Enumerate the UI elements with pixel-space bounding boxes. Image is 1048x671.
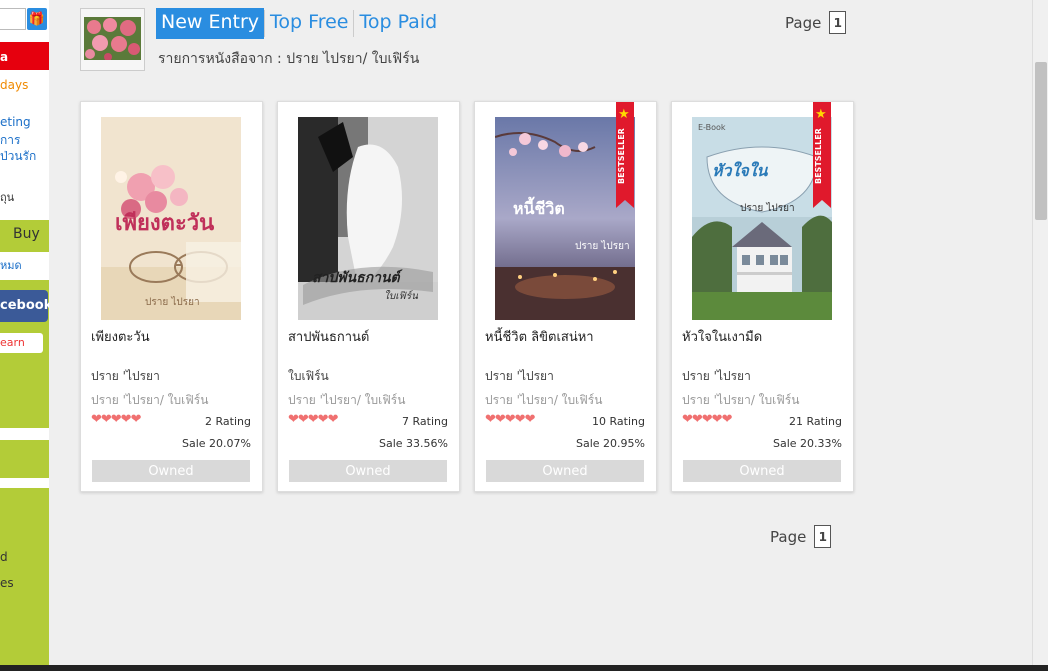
sidebar-green-panel-2 — [0, 440, 49, 478]
sidebar-marketing-link-3[interactable]: ป่วนรัก — [0, 147, 36, 166]
book-author[interactable]: ปราย 'ไปรยา — [485, 367, 554, 386]
rating-count: 21 Rating — [789, 415, 842, 428]
learn-button[interactable]: earn — [0, 333, 43, 353]
book-publisher[interactable]: ปราย 'ไปรยา/ ใบเฟิร์น — [682, 391, 799, 410]
rating-hearts-icon: ❤❤❤❤❤ — [91, 412, 141, 427]
rating-count: 7 Rating — [402, 415, 448, 428]
sidebar-small-text: ถุน — [0, 191, 15, 204]
rating-hearts-icon: ❤❤❤❤❤ — [288, 412, 338, 427]
sidebar-green-panel-3: d es — [0, 488, 49, 665]
book-cover-art — [692, 117, 832, 320]
cover-author-text: ปราย ไปรยา — [145, 297, 200, 308]
taskbar-edge — [0, 665, 1048, 671]
scrollbar-thumb[interactable] — [1035, 62, 1047, 220]
book-card[interactable]: เพียงตะวัน ปราย ไปรยา เพียงตะวัน ปราย 'ไ… — [80, 101, 263, 492]
owned-button[interactable]: Owned — [486, 460, 644, 482]
roses-image — [84, 17, 141, 60]
rating-hearts-icon: ❤❤❤❤❤ — [485, 412, 535, 427]
star-icon: ★ — [815, 107, 827, 122]
owned-button[interactable]: Owned — [92, 460, 250, 482]
publisher-thumbnail — [80, 8, 145, 71]
page-label: Page — [785, 13, 822, 32]
sale-percent: Sale 20.95% — [576, 437, 645, 450]
star-icon: ★ — [618, 107, 630, 122]
book-cover[interactable]: เพียงตะวัน ปราย ไปรยา — [101, 117, 241, 320]
sidebar-buy-label[interactable]: Buy — [13, 226, 40, 242]
category-tabs: New Entry Top Free Top Paid — [156, 8, 442, 39]
tab-new-entry[interactable]: New Entry — [156, 8, 265, 39]
bestseller-label: BESTSELLER — [617, 128, 626, 184]
cover-title-text: เพียงตะวัน — [115, 210, 215, 236]
pagination-top: Page 1 — [785, 11, 847, 34]
rating-hearts-icon: ❤❤❤❤❤ — [682, 412, 732, 427]
book-cover[interactable]: E-Book หัวใจใน ปราย ไปรยา — [692, 117, 832, 320]
book-title[interactable]: หัวใจในเงามืด — [682, 326, 762, 347]
book-author[interactable]: ปราย 'ไปรยา — [91, 367, 160, 386]
cover-title-text: หนี้ชีวิต — [513, 199, 565, 218]
sale-percent: Sale 33.56% — [379, 437, 448, 450]
book-cover[interactable]: หนี้ชีวิต ปราย ไปรยา — [495, 117, 635, 320]
gift-icon[interactable]: 🎁 — [27, 8, 47, 30]
rating-count: 2 Rating — [205, 415, 251, 428]
book-title[interactable]: เพียงตะวัน — [91, 326, 150, 347]
bestseller-label: BESTSELLER — [814, 128, 823, 184]
cover-author-text: ปราย ไปรยา — [575, 241, 630, 252]
book-title[interactable]: หนี้ชีวิต ลิขิตเสน่หา — [485, 326, 594, 347]
sidebar-search-input[interactable] — [0, 8, 26, 30]
cover-title-text: หัวใจใน — [712, 161, 768, 180]
cover-author-text: ปราย ไปรยา — [740, 203, 795, 214]
sidebar-holidays-link[interactable]: days — [0, 78, 28, 92]
rating-count: 10 Rating — [592, 415, 645, 428]
book-publisher[interactable]: ปราย 'ไปรยา/ ใบเฟิร์น — [91, 391, 208, 410]
book-card[interactable]: E-Book หัวใจใน ปราย ไปรยา ★ BESTSELLER ห… — [671, 101, 854, 492]
left-sidebar: 🎁 a days eting การ ป่วนรัก ถุน Buy หมด c… — [0, 0, 49, 671]
book-cover[interactable]: สาปพันธกานต์ ใบเฟิร์น — [298, 117, 438, 320]
book-card[interactable]: หนี้ชีวิต ปราย ไปรยา ★ BESTSELLER หนี้ชี… — [474, 101, 657, 492]
owned-button[interactable]: Owned — [683, 460, 841, 482]
facebook-button[interactable]: cebook — [0, 290, 49, 322]
sidebar-all-link[interactable]: หมด — [0, 256, 22, 274]
sidebar-red-banner[interactable]: a — [0, 42, 49, 70]
sidebar-bottom-text-2[interactable]: es — [0, 576, 14, 590]
book-title[interactable]: สาปพันธกานต์ — [288, 326, 369, 347]
sidebar-bottom-text-1[interactable]: d — [0, 550, 8, 564]
page-label: Page — [770, 527, 807, 546]
book-publisher[interactable]: ปราย 'ไปรยา/ ใบเฟิร์น — [288, 391, 405, 410]
book-author[interactable]: ใบเฟิร์น — [288, 367, 329, 386]
sidebar-buy-panel[interactable]: Buy — [0, 220, 49, 252]
tab-top-paid[interactable]: Top Paid — [354, 8, 442, 39]
pagination-bottom: Page 1 — [770, 525, 832, 548]
cover-author-text: ใบเฟิร์น — [384, 291, 418, 302]
bestseller-ribbon: ★ BESTSELLER — [813, 102, 831, 208]
bestseller-ribbon: ★ BESTSELLER — [616, 102, 634, 208]
page-number-button[interactable]: 1 — [829, 11, 847, 34]
sale-percent: Sale 20.33% — [773, 437, 842, 450]
sidebar-marketing-link-1[interactable]: eting — [0, 115, 31, 129]
cover-title-text: สาปพันธกานต์ — [312, 270, 400, 286]
page-number-button[interactable]: 1 — [814, 525, 832, 548]
book-card[interactable]: สาปพันธกานต์ ใบเฟิร์น สาปพันธกานต์ ใบเฟิ… — [277, 101, 460, 492]
vertical-scrollbar[interactable] — [1032, 0, 1048, 665]
book-author[interactable]: ปราย 'ไปรยา — [682, 367, 751, 386]
sale-percent: Sale 20.07% — [182, 437, 251, 450]
page-subtitle: รายการหนังสือจาก : ปราย ไปรยา/ ใบเฟิร์น — [158, 51, 420, 67]
cover-label-text: E-Book — [698, 123, 726, 132]
owned-button[interactable]: Owned — [289, 460, 447, 482]
tab-top-free[interactable]: Top Free — [265, 8, 353, 39]
book-publisher[interactable]: ปราย 'ไปรยา/ ใบเฟิร์น — [485, 391, 602, 410]
